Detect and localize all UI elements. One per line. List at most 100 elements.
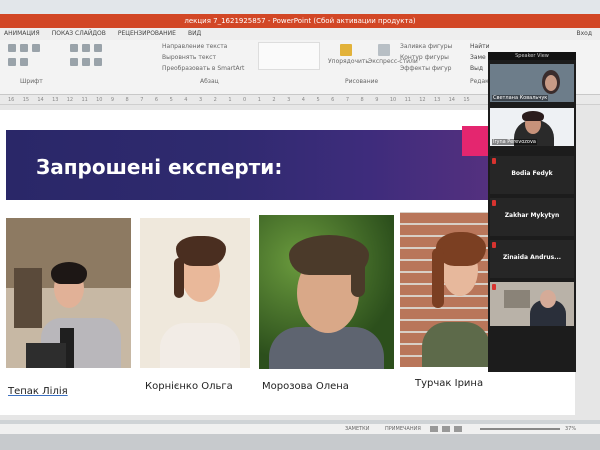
arrange-icon[interactable] (340, 44, 352, 56)
muted-mic-icon (492, 284, 496, 290)
title-banner: Запрошені експерти: (6, 130, 490, 200)
select-button[interactable]: Выд (470, 65, 483, 72)
expert-photo-2 (140, 218, 250, 368)
monitor-bezel (0, 434, 600, 450)
window-title-bar: лекция 7_1621925857 - PowerPoint (Сбой а… (0, 14, 600, 28)
font-color-icon[interactable] (8, 44, 16, 52)
expert-name-3[interactable]: Морозова Олена (262, 381, 349, 392)
sorter-view-icon[interactable] (442, 426, 450, 432)
ruler-tick-label: 9 (375, 97, 379, 103)
ruler-tick-label: 2 (272, 97, 276, 103)
monitor-top-strip (0, 0, 600, 14)
sign-in-link[interactable]: Вход (577, 28, 593, 40)
participant-tile-6[interactable] (490, 282, 574, 326)
ruler-tick-label: 11 (404, 97, 411, 103)
text-direction-button[interactable]: Направление текста (162, 43, 227, 50)
ribbon-tabs: АНИМАЦИЯ ПОКАЗ СЛАЙДОВ РЕЦЕНЗИРОВАНИЕ ВИ… (0, 28, 600, 40)
zoom-slider[interactable] (480, 428, 560, 430)
participant-name: Zakhar Mykytyn (504, 212, 560, 219)
tab-review[interactable]: РЕЦЕНЗИРОВАНИЕ (118, 28, 176, 40)
ruler-tick-label: 8 (360, 97, 364, 103)
slide-title[interactable]: Запрошені експерти: (36, 155, 282, 179)
ruler-tick-label: 2 (213, 97, 217, 103)
ruler-tick-label: 7 (345, 97, 349, 103)
participant-tile-1[interactable]: Светлана Ковальчук (490, 64, 574, 102)
drawing-group-label: Рисование (345, 78, 379, 85)
shapes-gallery[interactable] (258, 42, 320, 70)
expert-photo-4 (400, 212, 490, 367)
zoom-level: 37% (565, 426, 577, 432)
shape-outline-button[interactable]: Контур фигуры (400, 54, 449, 61)
bullets-icon[interactable] (70, 44, 78, 52)
underline-icon[interactable] (8, 58, 16, 66)
align-center-icon[interactable] (82, 58, 90, 66)
replace-button[interactable]: Заме (470, 54, 486, 61)
ruler-tick-label: 15 (463, 97, 470, 103)
ruler-tick-label: 8 (125, 97, 129, 103)
participant-tile-5[interactable]: Zinaida Andrus... (490, 240, 574, 278)
notes-button[interactable]: ЗАМЕТКИ (345, 426, 369, 432)
ruler-tick-label: 10 (389, 97, 397, 103)
participant-name: Zinaida Andrus... (502, 254, 562, 261)
expert-photo-3 (259, 215, 394, 369)
arrange-button[interactable]: Упорядочить (328, 58, 369, 65)
normal-view-icon[interactable] (430, 426, 438, 432)
window-title: лекция 7_1621925857 - PowerPoint (Сбой а… (184, 17, 416, 25)
ruler-tick-label: 5 (169, 97, 173, 103)
muted-mic-icon (492, 158, 496, 164)
ruler-tick-label: 1 (257, 97, 261, 103)
participant-name: Iryna Perevozova (492, 139, 537, 145)
ruler-tick-label: 4 (301, 97, 305, 103)
muted-mic-icon (492, 242, 496, 248)
align-text-button[interactable]: Выровнять текст (162, 54, 216, 61)
ruler-tick-label: 16 (8, 97, 15, 103)
participant-tile-4[interactable]: Zakhar Mykytyn (490, 198, 574, 236)
participant-tile-3[interactable]: Bodia Fedyk (490, 156, 574, 194)
tab-slideshow[interactable]: ПОКАЗ СЛАЙДОВ (52, 28, 106, 40)
ruler-tick-label: 4 (184, 97, 188, 103)
ruler-tick-label: 10 (96, 97, 103, 103)
expert-name-2[interactable]: Корнієнко Ольга (145, 381, 233, 392)
muted-mic-icon (492, 200, 496, 206)
status-bar: ЗАМЕТКИ ПРИМЕЧАНИЯ 37% (0, 424, 600, 434)
ruler-tick-label: 0 (243, 97, 247, 103)
participant-name: Светлана Ковальчук (492, 95, 549, 101)
shape-fill-button[interactable]: Заливка фигуры (400, 43, 452, 50)
participant-tile-2[interactable]: Iryna Perevozova (490, 108, 574, 146)
zoom-participants-panel: Speaker View Светлана Ковальчук Iryna Pe… (488, 52, 576, 372)
ruler-tick-label: 11 (81, 97, 88, 103)
shape-effects-button[interactable]: Эффекты фигур (400, 65, 451, 72)
ruler-tick-label: 1 (228, 97, 232, 103)
tab-view[interactable]: ВИД (188, 28, 201, 40)
indent-icon[interactable] (94, 44, 102, 52)
smartart-button[interactable]: Преобразовать в SmartArt (162, 65, 244, 72)
ruler-tick-label: 14 (448, 97, 455, 103)
ruler-tick-label: 7 (140, 97, 144, 103)
align-left-icon[interactable] (70, 58, 78, 66)
ruler-tick-label: 12 (419, 97, 426, 103)
strikethrough-icon[interactable] (20, 58, 28, 66)
ruler-tick-label: 3 (198, 97, 203, 103)
tab-animation[interactable]: АНИМАЦИЯ (4, 28, 40, 40)
bold-icon[interactable] (20, 44, 28, 52)
expert-name-4[interactable]: Турчак Ірина (415, 378, 483, 389)
italic-icon[interactable] (32, 44, 40, 52)
reading-view-icon[interactable] (454, 426, 462, 432)
paragraph-group-label: Абзац (200, 78, 219, 85)
editing-group-label: Редак (470, 78, 489, 85)
quick-styles-icon[interactable] (378, 44, 390, 56)
font-group-label: Шрифт (20, 78, 43, 85)
ruler-tick-label: 14 (37, 97, 44, 103)
align-right-icon[interactable] (94, 58, 102, 66)
ruler-tick-label: 6 (331, 97, 335, 103)
ruler-tick-label: 13 (52, 97, 59, 103)
comments-button[interactable]: ПРИМЕЧАНИЯ (385, 426, 421, 432)
ruler-tick-label: 15 (22, 97, 30, 103)
ruler-tick-label: 6 (154, 97, 159, 103)
find-button[interactable]: Найти (470, 43, 489, 50)
numbering-icon[interactable] (82, 44, 90, 52)
expert-name-1[interactable]: Тепак Лілія (8, 386, 68, 397)
expert-photo-1 (6, 218, 131, 368)
ruler-tick-label: 5 (316, 97, 320, 103)
zoom-view-bar[interactable]: Speaker View (488, 52, 576, 60)
